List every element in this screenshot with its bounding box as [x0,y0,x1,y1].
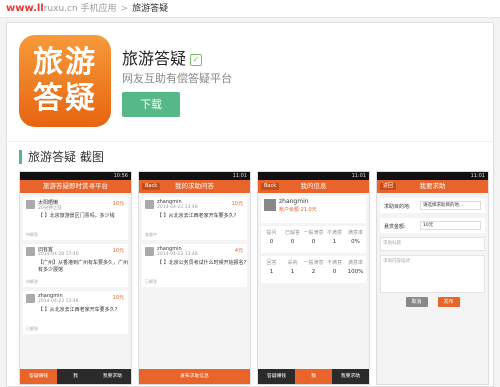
screenshot-1[interactable]: 10:56 旅游答疑即时赏寻平台 太阳晒懒 20分钟之前 10元 【 】北京旅游… [19,171,132,385]
form-buttons: 取消 发布 [377,297,488,307]
screen-header: Back 我的信息 [258,180,369,193]
top-breadcrumb-bar: www.llruxu.cn 手机应用 > 旅游答疑 [0,0,500,18]
screen-header: Back 我的求助问答 [139,180,250,193]
screenshot-3[interactable]: 11:01 Back 我的信息 zhangmin 账户余额 21.0元 提问 已解… [257,171,370,385]
download-button[interactable]: 下载 [122,92,180,117]
bottom-tab-bar: 答疑赚钱 我 我要求助 [20,369,131,384]
amount-row: 悬赏金额: 10元 [380,218,485,233]
title-field: 求助标题 [380,237,485,251]
app-logo-icon: 旅游 答疑 [19,35,111,127]
breadcrumb-site[interactable]: ruxu.cn 手机应用 [44,4,117,14]
submit-button: 发布 [437,297,460,307]
tab-ask: 我要求助 [340,374,361,379]
status-bar: 10:56 [20,172,131,180]
watermark: www.ll [6,3,44,14]
tab-earn: 答疑赚钱 [20,369,57,384]
post-request-button: 发布求助信息 [139,369,250,384]
avatar [145,200,154,209]
screenshots-section-title: 旅游答疑 截图 [19,150,104,164]
content-field: 求助内容描述 [380,255,485,293]
list-item: zhangmin 2014-04-23 13:48 4元 【 】北京公务员考试什… [142,244,247,287]
avatar [264,199,276,211]
list-item: zhangmin 2014-04-23 13:48 10元 【 】从北京去江西老… [23,291,128,334]
answer-stats: 回答 采纳 一般满意 不满意 满意率 1 1 2 0 100% [261,256,366,283]
avatar [26,247,35,256]
avatar [26,200,35,209]
screen-header: 旅游答疑即时赏寻平台 [20,180,131,193]
tab-ask: 我要求助 [102,374,123,379]
question-stats: 提问 已解答 一般满意 不满意 满意率 0 0 0 1 0% [261,226,366,253]
avatar [145,247,154,256]
app-name: 旅游答疑 ✓ [122,45,203,69]
tab-me: 我 [295,369,332,384]
app-detail-card: 旅游 答疑 旅游答疑 ✓ 网友互助有偿答疑平台 下载 旅游答疑 截图 10:56 … [6,22,494,387]
profile-card: zhangmin 账户余额 21.0元 [261,196,366,223]
status-bar: 11:01 [258,172,369,180]
screenshot-2[interactable]: 11:01 Back 我的求助问答 zhangmin 2014-04-23 13… [138,171,251,385]
list-item: 太阳晒懒 20分钟之前 10元 【 】北京旅游景区门票吗，多少钱 待解答 [23,197,128,240]
bottom-tab-bar: 答疑赚钱 我 我要求助 [258,369,369,384]
divider [7,141,493,142]
avatar [26,294,35,303]
breadcrumb-separator: > [120,4,129,14]
status-bar: 11:01 [139,172,250,180]
list-item: 旧有客 2014-04-29 17:46 10元 【广州】从香港到广州有车要多久… [23,244,128,287]
back-button: Back [142,183,161,190]
tab-me: 我 [73,374,78,379]
app-subtitle: 网友互助有偿答疑平台 [122,72,232,85]
cancel-button: 取消 [405,297,428,307]
screen-header: 返回 我要求助 [377,180,488,193]
verified-icon: ✓ [190,54,203,66]
breadcrumb-current: 旅游答疑 [132,4,169,14]
screenshot-4[interactable]: 11:01 返回 我要求助 求助目的地: 请选择求助目的地... 悬赏金额: 1… [376,171,489,385]
screenshots-gallery: 10:56 旅游答疑即时赏寻平台 太阳晒懒 20分钟之前 10元 【 】北京旅游… [19,171,489,385]
back-button: 返回 [380,183,397,190]
destination-row: 求助目的地: 请选择求助目的地... [380,198,485,213]
back-button: Back [261,183,280,190]
bottom-action-bar: 发布求助信息 [139,369,250,384]
list-item: zhangmin 2014-04-23 13:48 10元 【 】从北京去江西老… [142,197,247,240]
tab-earn: 答疑赚钱 [266,374,287,379]
status-bar: 11:01 [377,172,488,180]
